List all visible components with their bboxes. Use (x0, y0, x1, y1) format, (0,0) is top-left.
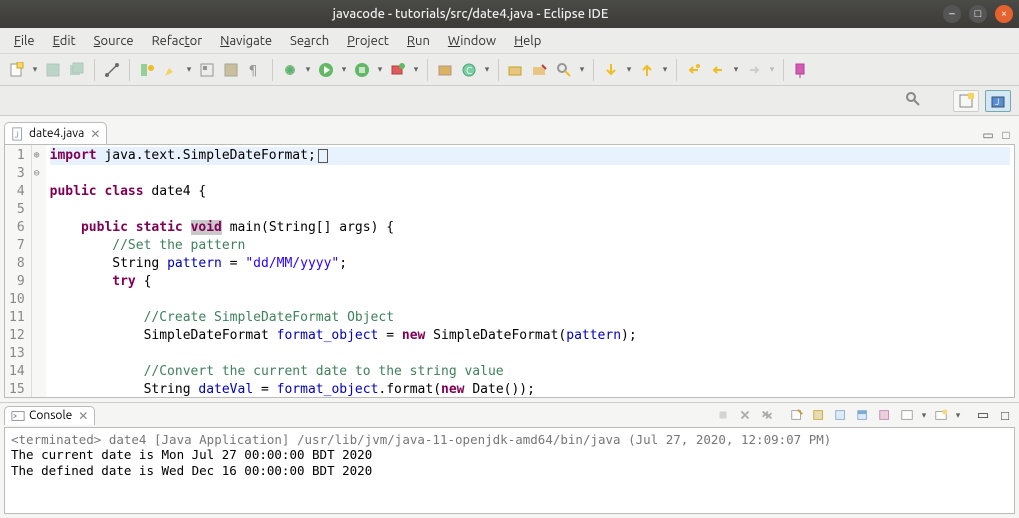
clear-console-button[interactable] (787, 406, 807, 424)
console-body[interactable]: <terminated> date4 [Java Application] /u… (4, 427, 1015, 514)
search-dropdown[interactable]: ▾ (577, 64, 587, 75)
svg-text:J: J (15, 129, 19, 139)
editor-tab-close-icon[interactable]: ✕ (90, 127, 100, 141)
editor-area: J date4.java ✕ ▭ □ 13456789101112131415 … (0, 116, 1019, 402)
scroll-lock-button[interactable] (809, 406, 829, 424)
new-class-button[interactable]: C (458, 59, 480, 81)
line-number-gutter: 13456789101112131415 (5, 145, 32, 397)
editor-tab-label: date4.java (29, 127, 84, 140)
highlight-button[interactable] (160, 59, 182, 81)
display-selected-button[interactable] (897, 406, 917, 424)
save-button[interactable] (42, 59, 64, 81)
external-tools-button[interactable] (387, 59, 409, 81)
menu-edit[interactable]: Edit (45, 31, 84, 51)
svg-text:C: C (466, 65, 472, 76)
word-wrap-button[interactable] (831, 406, 851, 424)
console-tab-label: Console (29, 409, 72, 422)
console-terminated-line: <terminated> date4 [Java Application] /u… (5, 428, 1014, 447)
menu-run[interactable]: Run (399, 31, 438, 51)
main-toolbar: ▾ ▾ ¶ ▾ ▾ ▾ ▾ C ▾ ▾ ▾ ▾ ▾ ▾ (0, 54, 1019, 86)
open-task-button[interactable] (529, 59, 551, 81)
terminate-button[interactable] (713, 406, 733, 424)
window-title: javacode - tutorials/src/date4.java - Ec… (6, 7, 935, 21)
console-maximize-icon[interactable]: □ (995, 406, 1015, 424)
open-perspective-button[interactable] (953, 90, 979, 112)
coverage-dropdown[interactable]: ▾ (375, 64, 385, 75)
new-package-button[interactable] (434, 59, 456, 81)
java-perspective-button[interactable]: J (985, 90, 1011, 112)
code-body[interactable]: import java.text.SimpleDateFormat; publi… (46, 145, 1014, 397)
svg-text:¶: ¶ (249, 63, 257, 77)
minimize-button[interactable]: – (943, 5, 961, 23)
svg-text:J: J (995, 97, 999, 107)
console-tab-close-icon[interactable]: ✕ (78, 409, 88, 423)
new-button[interactable] (6, 59, 28, 81)
remove-launch-button[interactable] (735, 406, 755, 424)
console-toolbar: ▾ ▾ ▭ □ (713, 406, 1015, 424)
debug-dropdown[interactable]: ▾ (303, 64, 313, 75)
code-editor[interactable]: 13456789101112131415 ⊕ ⊖ import java.tex… (4, 144, 1015, 398)
back-dropdown[interactable]: ▾ (731, 64, 741, 75)
show-console-button[interactable] (853, 406, 873, 424)
prev-annotation-button[interactable] (636, 59, 658, 81)
editor-tab-strip: J date4.java ✕ ▭ □ (4, 120, 1015, 144)
menu-navigate[interactable]: Navigate (212, 31, 280, 51)
title-bar: javacode - tutorials/src/date4.java - Ec… (0, 0, 1019, 28)
debug-button[interactable] (279, 59, 301, 81)
pin-console-button[interactable] (875, 406, 895, 424)
forward-button[interactable] (743, 59, 765, 81)
open-console-button[interactable] (931, 406, 951, 424)
java-file-icon: J (11, 127, 25, 141)
block-select-button[interactable] (196, 59, 218, 81)
console-output-line: The current date is Mon Jul 27 00:00:00 … (5, 447, 1014, 463)
console-tab[interactable]: Console ✕ (4, 406, 95, 425)
minimize-pane-icon[interactable]: ▭ (979, 126, 997, 144)
quick-search-icon[interactable] (905, 91, 921, 110)
prev-annotation-dropdown[interactable]: ▾ (660, 64, 670, 75)
back-button[interactable] (707, 59, 729, 81)
console-output-line: The defined date is Wed Dec 16 00:00:00 … (5, 463, 1014, 479)
menu-help[interactable]: Help (506, 31, 549, 51)
display-selected-dropdown[interactable]: ▾ (919, 410, 929, 421)
save-all-button[interactable] (66, 59, 88, 81)
next-annotation-button[interactable] (600, 59, 622, 81)
new-dropdown[interactable]: ▾ (30, 64, 40, 75)
toggle-mark-button[interactable] (136, 59, 158, 81)
console-icon (11, 409, 25, 423)
fold-column[interactable]: ⊕ ⊖ (32, 145, 46, 397)
editor-tab-date4[interactable]: J date4.java ✕ (4, 122, 107, 144)
menu-project[interactable]: Project (339, 31, 397, 51)
external-tools-dropdown[interactable]: ▾ (411, 64, 421, 75)
highlight-dropdown[interactable]: ▾ (184, 64, 194, 75)
menu-refactor[interactable]: Refactor (144, 31, 211, 51)
maximize-pane-icon[interactable]: □ (997, 126, 1015, 144)
coverage-button[interactable] (351, 59, 373, 81)
last-edit-button[interactable] (683, 59, 705, 81)
menu-bar: FileEditSourceRefactorNavigateSearchProj… (0, 28, 1019, 54)
next-annotation-dropdown[interactable]: ▾ (624, 64, 634, 75)
link-editor-button[interactable] (101, 59, 123, 81)
menu-window[interactable]: Window (440, 31, 504, 51)
menu-source[interactable]: Source (86, 31, 142, 51)
new-class-dropdown[interactable]: ▾ (482, 64, 492, 75)
remove-all-launches-button[interactable] (757, 406, 777, 424)
open-console-dropdown[interactable]: ▾ (953, 410, 963, 421)
forward-dropdown[interactable]: ▾ (767, 64, 777, 75)
run-button[interactable] (315, 59, 337, 81)
run-dropdown[interactable]: ▾ (339, 64, 349, 75)
search-button[interactable] (553, 59, 575, 81)
paragraph-button[interactable]: ¶ (244, 59, 266, 81)
maximize-button[interactable]: □ (969, 5, 987, 23)
perspective-bar: J (0, 86, 1019, 116)
console-pane: Console ✕ ▾ ▾ ▭ □ <terminated> date4 [Ja… (0, 402, 1019, 518)
menu-search[interactable]: Search (282, 31, 337, 51)
pin-button[interactable] (790, 59, 812, 81)
menu-file[interactable]: File (6, 31, 43, 51)
close-button[interactable]: × (995, 5, 1013, 23)
show-whitespace-button[interactable] (220, 59, 242, 81)
console-minimize-icon[interactable]: ▭ (973, 406, 993, 424)
open-type-button[interactable] (505, 59, 527, 81)
